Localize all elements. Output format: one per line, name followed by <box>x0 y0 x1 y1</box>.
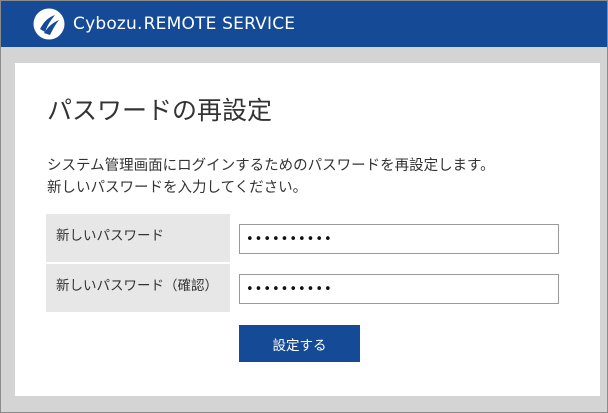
password-form: 新しいパスワード 新しいパスワード（確認） <box>46 214 566 314</box>
brand-cybozu: Cybozu <box>73 14 138 34</box>
submit-button[interactable]: 設定する <box>239 325 360 362</box>
page-title: パスワードの再設定 <box>47 96 273 125</box>
description-line-2: 新しいパスワードを入力してください。 <box>47 180 308 196</box>
content-panel: パスワードの再設定 システム管理画面にログインするためのパスワードを再設定します… <box>15 63 600 396</box>
description: システム管理画面にログインするためのパスワードを再設定します。 新しいパスワード… <box>47 155 495 199</box>
description-line-1: システム管理画面にログインするためのパスワードを再設定します。 <box>47 158 495 174</box>
confirm-password-field[interactable] <box>239 274 559 304</box>
cybozu-logo-icon <box>33 8 65 40</box>
confirm-password-row: 新しいパスワード（確認） <box>46 264 566 312</box>
new-password-label: 新しいパスワード <box>46 214 230 262</box>
brand-service: REMOTE SERVICE <box>143 14 296 34</box>
brand-dot: . <box>137 14 143 34</box>
remote-service-window: Cybozu. REMOTE SERVICE パスワードの再設定 システム管理画面… <box>0 0 608 413</box>
new-password-field[interactable] <box>239 224 559 254</box>
header-bar: Cybozu. REMOTE SERVICE <box>1 1 607 47</box>
new-password-row: 新しいパスワード <box>46 214 566 262</box>
brand-name: Cybozu. REMOTE SERVICE <box>73 14 295 34</box>
confirm-password-label: 新しいパスワード（確認） <box>46 264 230 312</box>
